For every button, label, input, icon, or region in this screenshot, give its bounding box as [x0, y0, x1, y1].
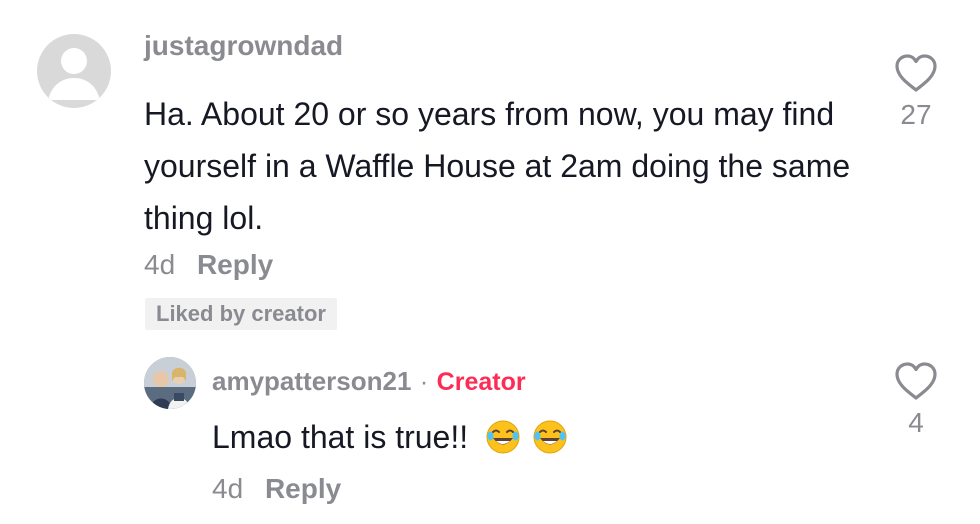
reply-like-button[interactable] — [893, 360, 939, 402]
reply-username[interactable]: amypatterson21 — [212, 366, 411, 396]
like-count: 27 — [900, 99, 932, 130]
reply-avatar[interactable] — [144, 357, 196, 409]
comment-username[interactable]: justagrowndad — [144, 30, 343, 62]
comment-meta: 4d Reply — [144, 249, 273, 281]
separator-dot: · — [419, 368, 429, 396]
reply-text-line: Lmao that is true!! — [212, 415, 568, 459]
comment-timestamp: 4d — [144, 249, 176, 280]
heart-icon — [895, 54, 937, 92]
reply-meta: 4d Reply — [212, 473, 341, 505]
reply-like-count: 4 — [908, 407, 924, 438]
reply-text: Lmao that is true!! — [212, 419, 469, 455]
like-button[interactable] — [893, 52, 939, 94]
reply-header: amypatterson21 · Creator — [212, 366, 526, 397]
comment-text: Ha. About 20 or so years from now, you m… — [144, 96, 851, 236]
face-with-tears-of-joy-icon — [532, 419, 568, 455]
face-with-tears-of-joy-icon — [485, 419, 521, 455]
liked-by-creator-badge: Liked by creator — [145, 298, 337, 330]
creator-tag: Creator — [436, 368, 526, 396]
reply-to-reply-button[interactable]: Reply — [265, 473, 341, 504]
profile-photo-icon — [144, 357, 196, 409]
heart-icon — [895, 362, 937, 400]
avatar[interactable] — [37, 34, 111, 108]
default-avatar-icon — [48, 48, 100, 100]
reply-button[interactable]: Reply — [197, 249, 273, 280]
reply-timestamp: 4d — [212, 473, 244, 504]
